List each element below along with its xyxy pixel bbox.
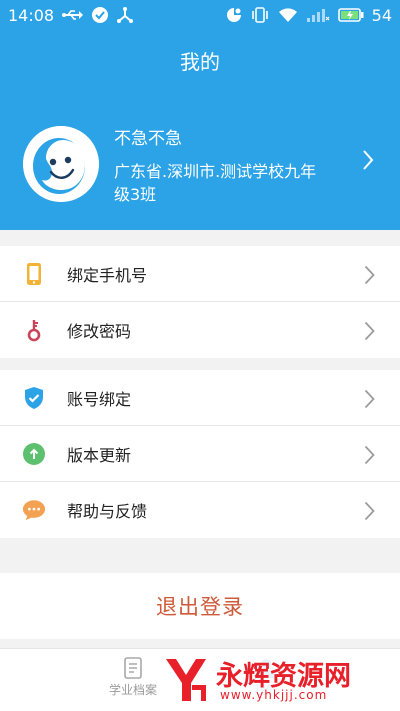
menu-item-version-update[interactable]: 版本更新 [0,426,400,482]
tab-label: 学业档案 [108,683,157,697]
menu-item-label: 修改密码 [67,322,132,341]
chevron-right-icon [364,389,375,413]
signal-icon [306,7,330,23]
menu-item-label: 帮助与反馈 [67,502,148,521]
profile-name: 不急不急 [114,129,182,149]
chevron-right-icon [364,265,375,289]
document-icon [124,657,142,679]
profile-class-info: 广东省.深圳市.测试学校九年级3班 [114,162,317,204]
menu-item-bind-phone[interactable]: 绑定手机号 [0,246,400,302]
key-icon [22,318,46,342]
tab-academic-records[interactable]: 学业档案 [104,657,162,698]
check-circle-icon [92,7,109,23]
battery-icon [337,8,364,22]
profile-header: 我的 不急不急 广东省.深圳市.测试学校九年级3班 [0,30,400,230]
watermark-url: www.yhkjjj.com [220,688,328,702]
chevron-right-icon[interactable] [362,149,374,175]
status-left: 14:08 [8,6,134,25]
menu-item-label: 版本更新 [67,445,132,465]
status-right: 54 [226,6,392,25]
menu-item-change-password[interactable]: 修改密码 [0,302,400,358]
chevron-right-icon [364,501,375,525]
page-title: 我的 [180,50,220,74]
wifi-icon [278,7,298,23]
chevron-right-icon [364,321,375,345]
vibrate-icon [250,7,270,23]
menu-item-help-feedback[interactable]: 帮助与反馈 [0,482,400,538]
upload-icon [22,442,46,466]
chevron-right-icon [364,445,375,469]
status-time: 14:08 [8,5,55,25]
status-bar: 14:08 54 [0,0,400,30]
watermark: 永辉资源网 www.yhkjjj.com [160,652,396,708]
logout-button[interactable]: 退出登录 [0,573,400,639]
battery-level: 54 [371,5,392,25]
smiley-face-icon [23,126,99,202]
shield-icon [22,386,46,410]
chat-icon [22,498,46,522]
menu-group-settings: 账号绑定 版本更新 帮助与反馈 [0,370,400,538]
phone-icon [22,262,46,286]
menu-item-label: 账号绑定 [67,389,132,409]
menu-item-label: 绑定手机号 [67,265,148,285]
watermark-logo-icon [166,659,206,701]
menu-item-account-binding[interactable]: 账号绑定 [0,370,400,426]
menu-group-account: 绑定手机号 修改密码 [0,246,400,358]
notification-icon [226,7,242,23]
share-icon [116,7,134,23]
usb-icon [62,9,84,21]
avatar[interactable] [23,126,99,202]
